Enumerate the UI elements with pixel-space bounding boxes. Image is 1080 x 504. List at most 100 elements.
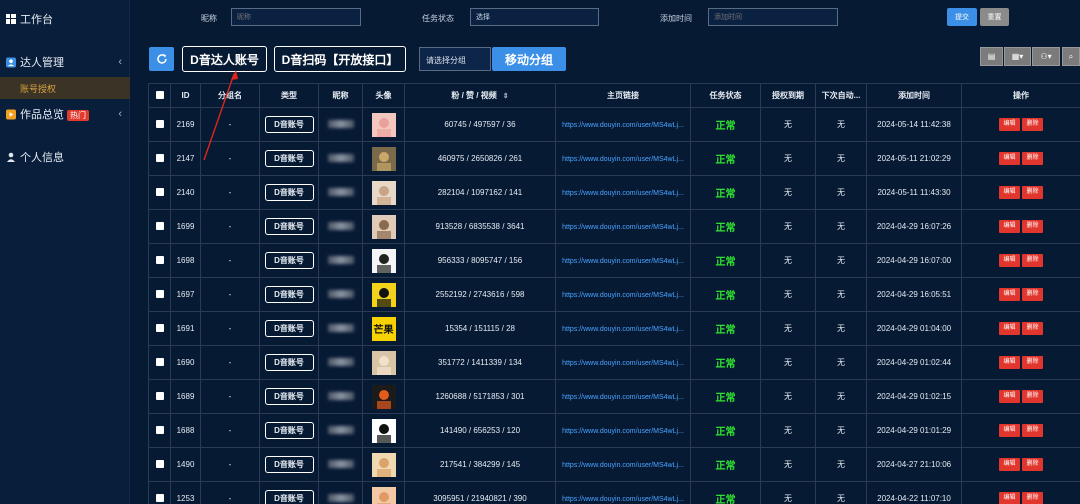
row-select-cell[interactable]: [148, 481, 171, 504]
col-next-auto[interactable]: 下次自动...: [815, 83, 867, 108]
sort-icon[interactable]: ⇕: [503, 93, 509, 100]
edit-button[interactable]: 编辑: [999, 322, 1020, 335]
row-select-cell[interactable]: [148, 209, 171, 244]
col-group[interactable]: 分组名: [200, 83, 260, 108]
status-cell: 正常: [690, 141, 761, 176]
delete-button[interactable]: 删除: [1022, 118, 1043, 131]
homepage-link[interactable]: https://www.douyin.com/user/MS4wLj...: [562, 326, 684, 333]
homepage-link[interactable]: https://www.douyin.com/user/MS4wLj...: [562, 394, 684, 401]
move-group-button[interactable]: 移动分组: [492, 47, 566, 71]
edit-button[interactable]: 编辑: [999, 356, 1020, 369]
homepage-link[interactable]: https://www.douyin.com/user/MS4wLj...: [562, 496, 684, 503]
row-checkbox[interactable]: [155, 391, 164, 400]
columns-button[interactable]: ▦▾: [1004, 47, 1031, 66]
homepage-link[interactable]: https://www.douyin.com/user/MS4wLj...: [562, 122, 684, 129]
homepage-link[interactable]: https://www.douyin.com/user/MS4wLj...: [562, 258, 684, 265]
nickname-input[interactable]: [231, 8, 361, 26]
col-type[interactable]: 类型: [259, 83, 319, 108]
stats-cell: 351772 / 1411339 / 134: [404, 345, 556, 380]
row-checkbox[interactable]: [155, 425, 164, 434]
row-checkbox[interactable]: [155, 187, 164, 196]
sidebar-item-talent-management[interactable]: 达人管理 ‹: [0, 47, 130, 77]
douyin-account-button[interactable]: D音达人账号: [182, 46, 267, 72]
col-actions[interactable]: 操作: [961, 83, 1080, 108]
row-select-cell[interactable]: [148, 447, 171, 482]
edit-button[interactable]: 编辑: [999, 424, 1020, 437]
homepage-link[interactable]: https://www.douyin.com/user/MS4wLj...: [562, 462, 684, 469]
select-all-checkbox[interactable]: [155, 90, 164, 99]
delete-button[interactable]: 删除: [1022, 390, 1043, 403]
col-link[interactable]: 主页链接: [555, 83, 691, 108]
edit-button[interactable]: 编辑: [999, 254, 1020, 267]
homepage-link[interactable]: https://www.douyin.com/user/MS4wLj...: [562, 428, 684, 435]
edit-button[interactable]: 编辑: [999, 390, 1020, 403]
row-checkbox[interactable]: [155, 357, 164, 366]
row-select-cell[interactable]: [148, 311, 171, 346]
delete-button[interactable]: 删除: [1022, 424, 1043, 437]
edit-button[interactable]: 编辑: [999, 118, 1020, 131]
sidebar-subitem-account-auth[interactable]: 账号授权: [0, 77, 130, 99]
edit-button[interactable]: 编辑: [999, 288, 1020, 301]
delete-button[interactable]: 删除: [1022, 220, 1043, 233]
row-checkbox[interactable]: [155, 221, 164, 230]
douyin-scan-button[interactable]: D音扫码【开放接口】: [274, 46, 406, 72]
sidebar-item-works-overview[interactable]: 作品总览 热门 ‹: [0, 99, 130, 129]
row-checkbox[interactable]: [155, 459, 164, 468]
add-time-input[interactable]: [708, 8, 838, 26]
col-add-time[interactable]: 添加时间: [866, 83, 962, 108]
id-cell: 1691: [170, 311, 201, 346]
delete-button[interactable]: 删除: [1022, 288, 1043, 301]
homepage-link[interactable]: https://www.douyin.com/user/MS4wLj...: [562, 292, 684, 299]
row-checkbox[interactable]: [155, 493, 164, 502]
row-select-cell[interactable]: [148, 141, 171, 176]
col-id[interactable]: ID: [170, 83, 201, 108]
search-button[interactable]: ⌕: [1062, 47, 1080, 66]
homepage-link[interactable]: https://www.douyin.com/user/MS4wLj...: [562, 156, 684, 163]
row-select-cell[interactable]: [148, 277, 171, 312]
row-checkbox[interactable]: [155, 255, 164, 264]
homepage-link[interactable]: https://www.douyin.com/user/MS4wLj...: [562, 360, 684, 367]
edit-button[interactable]: 编辑: [999, 458, 1020, 471]
row-select-cell[interactable]: [148, 175, 171, 210]
row-select-cell[interactable]: [148, 413, 171, 448]
status-select-value: 选择: [476, 14, 490, 21]
export-button[interactable]: ⚇▾: [1032, 47, 1060, 66]
submit-button[interactable]: 提交: [947, 8, 977, 26]
delete-button[interactable]: 删除: [1022, 254, 1043, 267]
search-icon: ⌕: [1068, 51, 1074, 61]
edit-button[interactable]: 编辑: [999, 492, 1020, 504]
col-avatar[interactable]: 头像: [362, 83, 405, 108]
refresh-button[interactable]: [149, 47, 174, 71]
delete-button[interactable]: 删除: [1022, 322, 1043, 335]
status-select[interactable]: 选择: [470, 8, 599, 26]
homepage-link[interactable]: https://www.douyin.com/user/MS4wLj...: [562, 224, 684, 231]
edit-button[interactable]: 编辑: [999, 152, 1020, 165]
edit-button[interactable]: 编辑: [999, 220, 1020, 233]
edit-button[interactable]: 编辑: [999, 186, 1020, 199]
delete-button[interactable]: 删除: [1022, 492, 1043, 504]
col-auth-expire[interactable]: 授权到期: [760, 83, 816, 108]
row-checkbox[interactable]: [155, 289, 164, 298]
row-select-cell[interactable]: [148, 107, 171, 142]
print-button[interactable]: ▤: [980, 47, 1003, 66]
row-select-cell[interactable]: [148, 243, 171, 278]
homepage-link[interactable]: https://www.douyin.com/user/MS4wLj...: [562, 190, 684, 197]
reset-button[interactable]: 重置: [980, 8, 1009, 26]
delete-button[interactable]: 删除: [1022, 186, 1043, 199]
row-select-cell[interactable]: [148, 345, 171, 380]
col-status[interactable]: 任务状态: [690, 83, 761, 108]
group-select[interactable]: 请选择分组: [419, 47, 491, 71]
row-select-cell[interactable]: [148, 379, 171, 414]
row-checkbox[interactable]: [155, 119, 164, 128]
delete-button[interactable]: 删除: [1022, 152, 1043, 165]
delete-button[interactable]: 删除: [1022, 356, 1043, 369]
sidebar-item-profile[interactable]: 个人信息: [0, 142, 130, 172]
row-checkbox[interactable]: [155, 323, 164, 332]
delete-button[interactable]: 删除: [1022, 458, 1043, 471]
select-all-cell[interactable]: [148, 83, 171, 108]
col-nickname[interactable]: 昵称: [318, 83, 363, 108]
col-stats[interactable]: 粉 / 赞 / 视频 ⇕: [404, 83, 556, 108]
sidebar-item-workbench[interactable]: 工作台: [0, 4, 130, 34]
avatar-cell: [362, 107, 405, 142]
row-checkbox[interactable]: [155, 153, 164, 162]
